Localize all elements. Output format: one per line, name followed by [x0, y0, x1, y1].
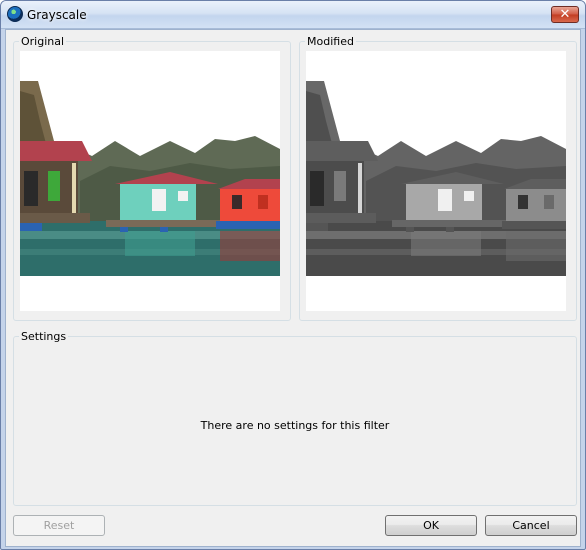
dialog-window: Grayscale ✕ Original Modified Settings T… [0, 0, 586, 550]
modified-image [306, 81, 566, 276]
modified-group: Modified [299, 35, 577, 321]
modified-preview [306, 51, 566, 311]
title-bar[interactable]: Grayscale ✕ [1, 1, 585, 29]
reset-button[interactable]: Reset [13, 515, 105, 536]
modified-label: Modified [305, 35, 356, 48]
close-button[interactable]: ✕ [551, 6, 579, 23]
window-title: Grayscale [27, 8, 87, 22]
cancel-button[interactable]: Cancel [485, 515, 577, 536]
dialog-client-area: Original Modified Settings There are no … [5, 29, 581, 547]
settings-label: Settings [19, 330, 69, 343]
app-icon [7, 6, 23, 22]
settings-message: There are no settings for this filter [200, 419, 390, 432]
original-group: Original [13, 35, 291, 321]
original-preview [20, 51, 280, 311]
close-icon: ✕ [559, 7, 571, 22]
ok-button[interactable]: OK [385, 515, 477, 536]
original-image [20, 81, 280, 276]
original-label: Original [19, 35, 67, 48]
settings-group: Settings There are no settings for this … [13, 330, 577, 506]
